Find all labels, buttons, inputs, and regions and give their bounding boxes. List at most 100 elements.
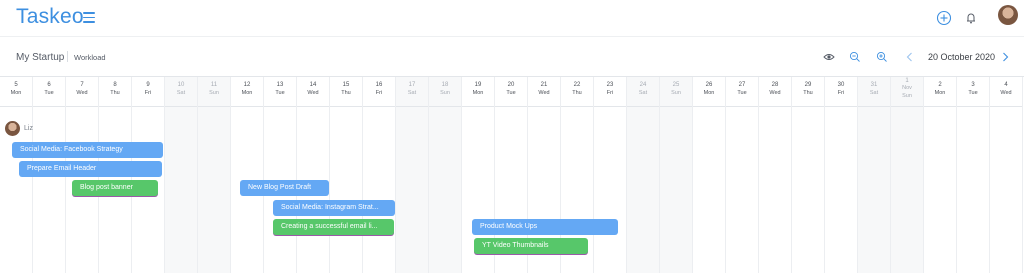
day-name: Tue <box>737 90 747 96</box>
task-bar[interactable]: New Blog Post Draft <box>240 180 329 196</box>
breadcrumb-view: Workload <box>74 53 106 62</box>
day-header: 23 Fri <box>594 77 626 107</box>
day-number: 15 <box>342 82 350 88</box>
assignee-name: Liz <box>24 125 33 132</box>
day-header: 15 Thu <box>330 77 362 107</box>
day-name: Mon <box>10 90 22 96</box>
day-column: 4 Wed <box>990 77 1023 273</box>
add-circle-icon[interactable] <box>935 9 953 27</box>
breadcrumb-project[interactable]: My Startup <box>16 52 64 63</box>
task-bar[interactable]: Prepare Email Header <box>19 161 162 177</box>
day-number: 8 <box>113 82 117 88</box>
day-name: Wed <box>769 90 781 96</box>
day-column: 29 Thu <box>792 77 825 273</box>
day-header: 11 Sun <box>198 77 230 107</box>
day-header: 19 Mon <box>462 77 494 107</box>
month-label: Nov <box>902 85 912 91</box>
chevron-right-icon[interactable] <box>999 51 1011 63</box>
day-header: 20 Tue <box>495 77 527 107</box>
day-header: 2 Mon <box>924 77 956 107</box>
day-number: 13 <box>276 82 284 88</box>
day-header: 29 Thu <box>792 77 824 107</box>
day-number: 9 <box>146 82 150 88</box>
day-column: 24 Sat <box>627 77 660 273</box>
day-name: Fri <box>837 90 845 96</box>
day-column: 14 Wed <box>297 77 330 273</box>
day-column: 23 Fri <box>594 77 627 273</box>
day-name: Thu <box>803 90 813 96</box>
day-header: 16 Fri <box>363 77 395 107</box>
day-number: 19 <box>474 82 482 88</box>
day-column: 18 Sun <box>429 77 462 273</box>
zoom-out-icon[interactable] <box>849 51 861 63</box>
day-name: Sat <box>869 90 879 96</box>
eye-icon[interactable] <box>823 51 835 63</box>
day-number: 6 <box>47 82 51 88</box>
user-avatar[interactable] <box>998 5 1018 25</box>
assignee-avatar <box>5 121 20 136</box>
day-name: Sun <box>440 90 450 96</box>
day-number: 21 <box>540 82 548 88</box>
day-name: Sun <box>209 90 219 96</box>
day-name: Thu <box>572 90 582 96</box>
day-header: 31 Sat <box>858 77 890 107</box>
day-number: 30 <box>837 82 845 88</box>
task-bar[interactable]: YT Video Thumbnails <box>474 238 588 254</box>
day-header: 27 Tue <box>726 77 758 107</box>
day-column: 15 Thu <box>330 77 363 273</box>
day-number: 17 <box>408 82 416 88</box>
day-header: 28 Wed <box>759 77 791 107</box>
day-header: 17 Sat <box>396 77 428 107</box>
day-column: 1 Nov Sun <box>891 77 924 273</box>
day-header: 8 Thu <box>99 77 131 107</box>
day-number: 25 <box>672 82 680 88</box>
day-header: 25 Sun <box>660 77 692 107</box>
day-name: Mon <box>241 90 253 96</box>
task-bar[interactable]: Creating a successful email li... <box>273 219 394 235</box>
zoom-in-icon[interactable] <box>876 51 888 63</box>
day-number: 5 <box>14 82 18 88</box>
chevron-left-icon[interactable] <box>904 51 916 63</box>
day-number: 11 <box>210 82 218 88</box>
top-bar: Taskeo <box>0 0 1024 37</box>
day-name: Mon <box>472 90 484 96</box>
day-header: 30 Fri <box>825 77 857 107</box>
day-header: 4 Wed <box>990 77 1022 107</box>
bell-icon[interactable] <box>962 9 980 27</box>
day-column: 30 Fri <box>825 77 858 273</box>
task-bar[interactable]: Social Media: Facebook Strategy <box>12 142 163 158</box>
day-column: 13 Tue <box>264 77 297 273</box>
menu-icon[interactable] <box>83 12 95 24</box>
day-name: Mon <box>703 90 715 96</box>
day-column: 3 Tue <box>957 77 990 273</box>
day-number: 23 <box>606 82 614 88</box>
app-logo[interactable]: Taskeo <box>16 5 84 29</box>
day-name: Sun <box>902 93 912 99</box>
day-header: 18 Sun <box>429 77 461 107</box>
current-date[interactable]: 20 October 2020 <box>928 52 995 62</box>
day-number: 27 <box>738 82 746 88</box>
day-name: Wed <box>1000 90 1012 96</box>
day-name: Tue <box>968 90 978 96</box>
task-bar[interactable]: Blog post banner <box>72 180 158 196</box>
day-name: Tue <box>506 90 516 96</box>
day-column: 10 Sat <box>165 77 198 273</box>
task-bar[interactable]: Product Mock Ups <box>472 219 618 235</box>
day-name: Sun <box>671 90 681 96</box>
day-header: 26 Mon <box>693 77 725 107</box>
day-name: Sat <box>407 90 417 96</box>
task-bar[interactable]: Social Media: Instagram Strat... <box>273 200 395 216</box>
day-name: Sat <box>638 90 648 96</box>
day-column: 16 Fri <box>363 77 396 273</box>
day-column: 28 Wed <box>759 77 792 273</box>
day-header: 14 Wed <box>297 77 329 107</box>
day-column: 27 Tue <box>726 77 759 273</box>
day-column: 12 Mon <box>231 77 264 273</box>
day-name: Fri <box>606 90 614 96</box>
day-name: Thu <box>110 90 120 96</box>
day-name: Tue <box>44 90 54 96</box>
day-column: 25 Sun <box>660 77 693 273</box>
day-name: Fri <box>144 90 152 96</box>
day-number: 24 <box>639 82 647 88</box>
day-header: 13 Tue <box>264 77 296 107</box>
